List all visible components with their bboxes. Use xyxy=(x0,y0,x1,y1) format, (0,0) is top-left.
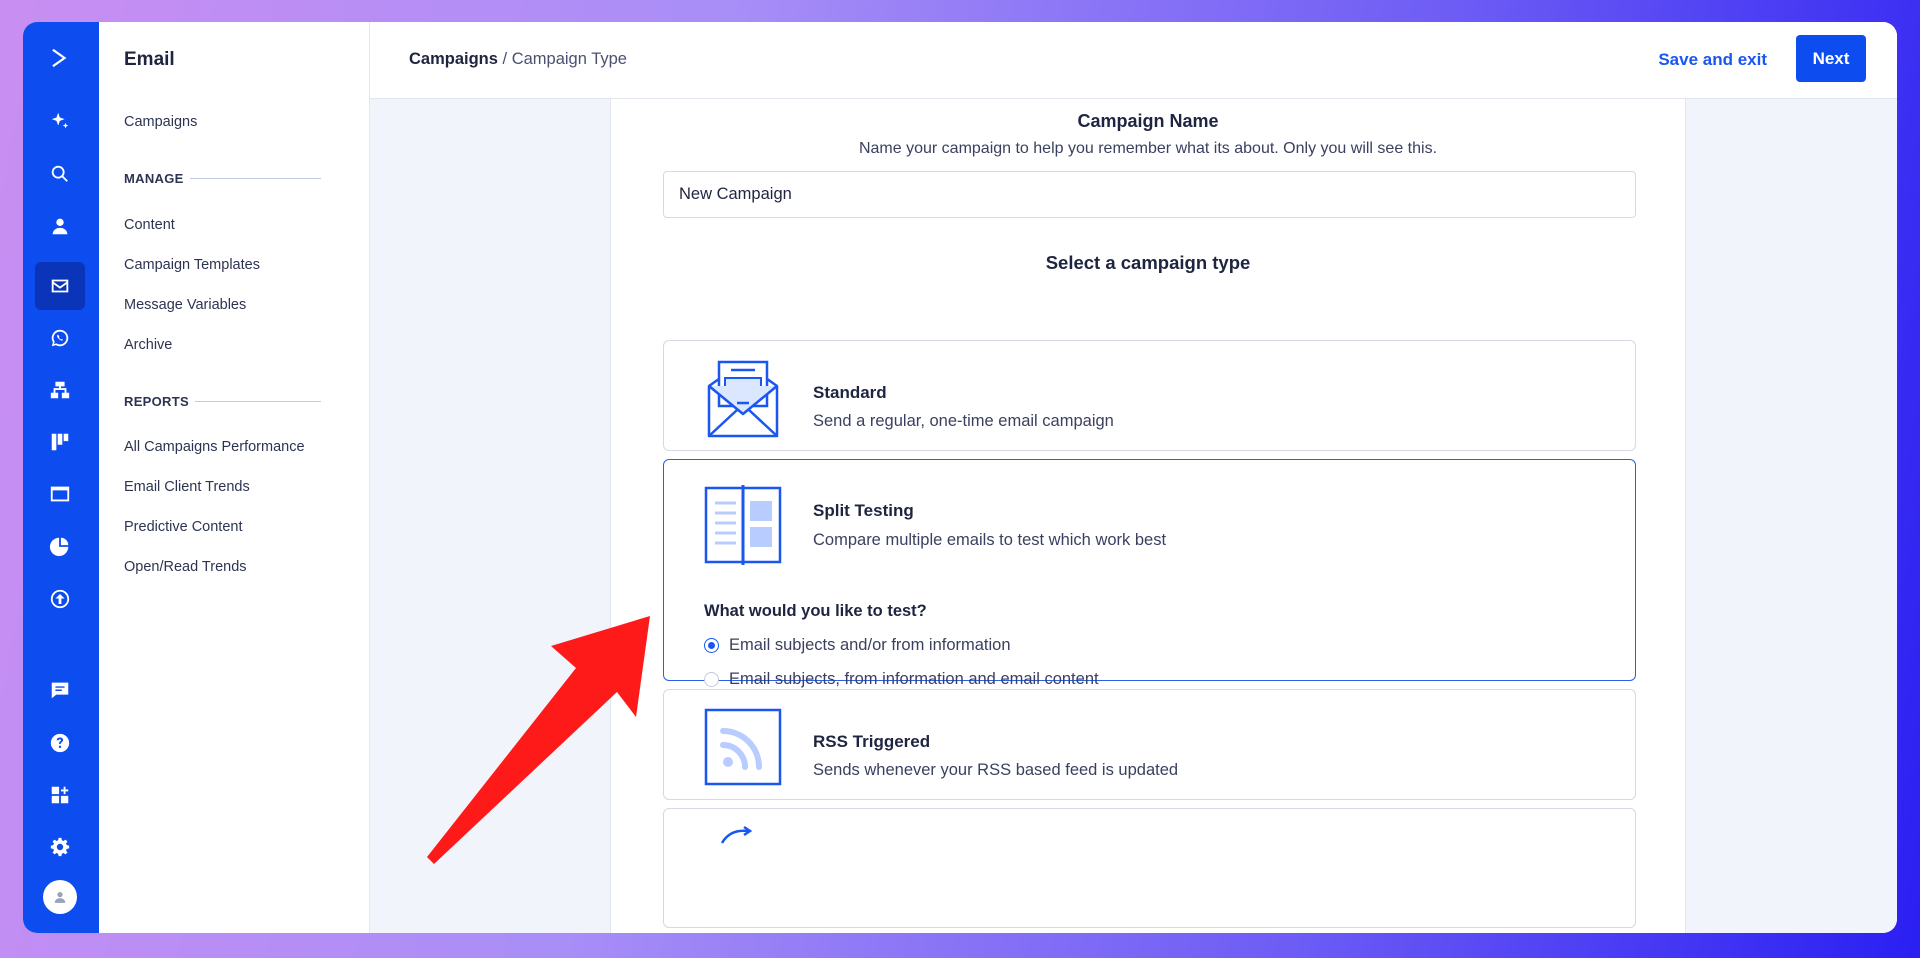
section-divider xyxy=(194,401,321,402)
rss-triggered-description: Sends whenever your RSS based feed is up… xyxy=(813,761,1179,779)
sidebar-item-open-read-trends[interactable]: Open/Read Trends xyxy=(124,559,247,575)
split-option-subjects-from[interactable]: Email subjects and/or from information xyxy=(704,636,1011,655)
envelope-icon xyxy=(707,360,779,438)
breadcrumb-separator: / xyxy=(497,50,512,68)
split-test-icon xyxy=(704,485,782,565)
email-sidebar: Email Campaigns MANAGE Content Campaign … xyxy=(99,22,370,933)
radio-selected[interactable] xyxy=(704,638,719,653)
sidebar-item-all-campaigns-performance[interactable]: All Campaigns Performance xyxy=(124,439,305,455)
sidebar-item-content[interactable]: Content xyxy=(124,217,175,233)
campaign-setup-panel: Campaign Name Name your campaign to help… xyxy=(610,99,1686,933)
split-option-label: Email subjects, from information and ema… xyxy=(729,670,1099,688)
reports-section-label: REPORTS xyxy=(124,394,189,409)
sidebar-item-message-variables[interactable]: Message Variables xyxy=(124,297,246,313)
pipelines-icon[interactable] xyxy=(35,418,85,466)
app-window: Email Campaigns MANAGE Content Campaign … xyxy=(23,22,1897,933)
conversations-icon[interactable] xyxy=(35,666,85,714)
save-and-exit-button[interactable]: Save and exit xyxy=(1658,50,1767,70)
automations-icon[interactable] xyxy=(35,366,85,414)
apps-icon[interactable] xyxy=(35,771,85,819)
manage-section-header: MANAGE xyxy=(124,171,321,186)
campaign-name-input[interactable] xyxy=(663,171,1636,218)
top-bar: Campaigns / Campaign Type Save and exit … xyxy=(370,22,1897,99)
reports-section-header: REPORTS xyxy=(124,394,321,409)
whatsapp-icon[interactable] xyxy=(35,314,85,362)
sidebar-item-predictive-content[interactable]: Predictive Content xyxy=(124,519,242,535)
reports-icon[interactable] xyxy=(35,522,85,570)
campaign-type-standard[interactable]: Standard Send a regular, one-time email … xyxy=(663,340,1636,451)
sidebar-item-campaigns[interactable]: Campaigns xyxy=(124,114,197,130)
campaign-type-rss-triggered[interactable]: RSS Triggered Sends whenever your RSS ba… xyxy=(663,689,1636,800)
section-divider xyxy=(189,178,321,179)
split-testing-title: Split Testing xyxy=(813,501,914,520)
campaign-type-next-option[interactable] xyxy=(663,808,1636,928)
upload-icon[interactable] xyxy=(35,575,85,623)
breadcrumb-campaigns[interactable]: Campaigns xyxy=(409,50,498,68)
split-testing-description: Compare multiple emails to test which wo… xyxy=(813,531,1167,549)
website-icon[interactable] xyxy=(35,470,85,518)
split-option-label: Email subjects and/or from information xyxy=(729,636,1011,654)
settings-icon[interactable] xyxy=(35,823,85,871)
icon-rail xyxy=(23,22,99,933)
rss-triggered-title: RSS Triggered xyxy=(813,732,931,751)
radio-unselected[interactable] xyxy=(704,672,719,687)
next-button[interactable]: Next xyxy=(1796,35,1866,82)
sidebar-item-campaign-templates[interactable]: Campaign Templates xyxy=(124,257,260,273)
manage-section-label: MANAGE xyxy=(124,171,184,186)
standard-title: Standard xyxy=(813,383,887,402)
avatar-icon[interactable] xyxy=(43,880,77,914)
sidebar-item-archive[interactable]: Archive xyxy=(124,337,172,353)
campaign-type-title: Select a campaign type xyxy=(1045,252,1251,273)
split-option-subjects-from-content[interactable]: Email subjects, from information and ema… xyxy=(704,670,1099,689)
sparkle-icon[interactable] xyxy=(35,97,85,145)
breadcrumb: Campaigns / Campaign Type xyxy=(409,50,627,69)
campaign-name-help: Name your campaign to help you remember … xyxy=(858,140,1438,157)
sidebar-item-email-client-trends[interactable]: Email Client Trends xyxy=(124,479,250,495)
search-icon[interactable] xyxy=(35,150,85,198)
campaign-type-split-testing[interactable]: Split Testing Compare multiple emails to… xyxy=(663,459,1636,688)
main-content: Campaign Name Name your campaign to help… xyxy=(370,99,1897,933)
help-icon[interactable] xyxy=(35,719,85,767)
logo-icon[interactable] xyxy=(35,34,85,82)
rss-icon xyxy=(704,708,782,786)
contacts-icon[interactable] xyxy=(35,202,85,250)
split-test-question: What would you like to test? xyxy=(704,602,927,620)
breadcrumb-current: Campaign Type xyxy=(511,50,627,68)
email-icon[interactable] xyxy=(35,262,85,310)
sidebar-title: Email xyxy=(124,49,175,70)
partial-option-icon xyxy=(720,825,753,844)
standard-description: Send a regular, one-time email campaign xyxy=(813,412,1114,430)
campaign-name-title: Campaign Name xyxy=(1077,111,1219,131)
